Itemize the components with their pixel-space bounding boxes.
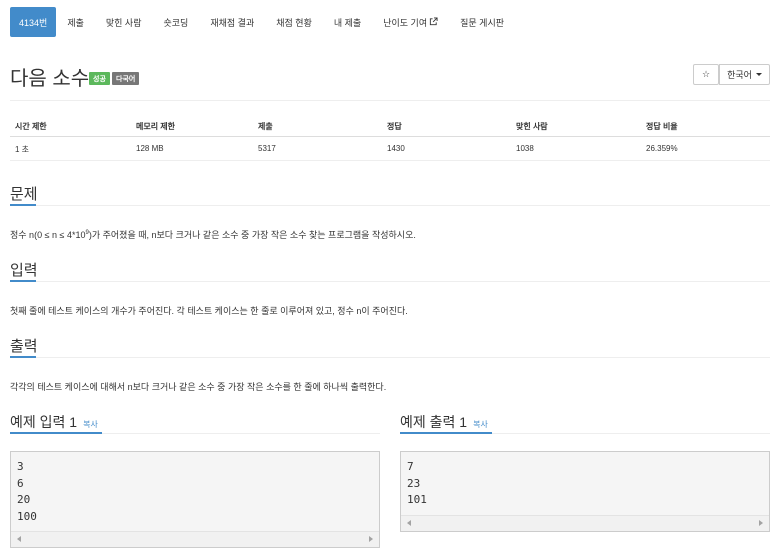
tab-judge-status[interactable]: 채점 현황 (265, 7, 323, 37)
stat-value-ratio: 26.359% (646, 144, 678, 153)
scroll-left-icon[interactable] (407, 520, 411, 526)
tab-problem[interactable]: 4134번 (10, 7, 57, 37)
multilingual-badge: 다국어 (112, 72, 140, 85)
copy-sample-input-button[interactable]: 복사 (83, 420, 98, 429)
caret-down-icon (755, 73, 762, 76)
sample-output-box[interactable]: 7 23 101 (400, 451, 770, 532)
title-divider (10, 100, 770, 101)
input-description: 첫째 줄에 테스트 케이스의 개수가 주어진다. 각 테스트 케이스는 한 줄로… (10, 306, 408, 316)
input-heading-underline (10, 280, 36, 282)
stat-header-time: 시간 제한 (15, 122, 47, 131)
tab-question-board[interactable]: 질문 게시판 (449, 7, 515, 37)
sample-input-title: 예제 입력 1 (10, 414, 78, 430)
tab-rejudge-results[interactable]: 재채점 결과 (199, 7, 265, 37)
problem-description: 정수 n(0 ≤ n ≤ 4*109)가 주어졌을 때, n보다 크거나 같은 … (10, 228, 416, 241)
tab-difficulty-contribution[interactable]: 난이도 기여 (372, 7, 449, 37)
sample-output-line: 101 (407, 493, 427, 506)
favorite-star-button[interactable]: ☆ (693, 64, 719, 85)
stat-value-solvers: 1038 (516, 144, 534, 153)
problem-menu-tabs: 4134번 제출 맞힌 사람 숏코딩 재채점 결과 채점 현황 내 제출 난이도… (10, 7, 515, 37)
sample-output-line: 7 (407, 460, 414, 473)
stat-value-accepted: 1430 (387, 144, 405, 153)
star-icon: ☆ (701, 69, 711, 79)
scroll-right-icon[interactable] (759, 520, 763, 526)
input-heading: 입력 (10, 262, 38, 279)
scroll-right-icon[interactable] (369, 536, 373, 542)
stat-header-memory: 메모리 제한 (136, 122, 176, 131)
output-heading-underline (10, 356, 36, 358)
language-dropdown[interactable]: 한국어 (719, 64, 770, 85)
sample-output-line: 23 (407, 476, 421, 490)
stat-value-submissions: 5317 (258, 144, 276, 153)
input-heading-line (10, 281, 770, 282)
stat-header-accepted: 정답 (387, 122, 402, 131)
sample-input-heading: 예제 입력 1 복사 (10, 412, 98, 432)
sample-input-line: 100 (17, 509, 37, 523)
stat-header-ratio: 정답 비율 (646, 122, 678, 131)
stat-header-submissions: 제출 (258, 122, 273, 131)
scroll-left-icon[interactable] (17, 536, 21, 542)
success-badge: 성공 (89, 72, 110, 85)
output-description: 각각의 테스트 케이스에 대해서 n보다 크거나 같은 소수 중 가장 작은 소… (10, 382, 387, 392)
tab-submit[interactable]: 제출 (56, 7, 95, 37)
stat-header-solvers: 맞힌 사람 (516, 122, 548, 131)
sample-input-line: 20 (17, 493, 31, 506)
copy-sample-output-button[interactable]: 복사 (473, 420, 488, 429)
problem-heading: 문제 (10, 186, 38, 203)
output-heading-line (10, 357, 770, 358)
sample-output-heading: 예제 출력 1 복사 (400, 412, 488, 432)
stat-value-memory: 128 MB (136, 144, 164, 153)
tab-solvers[interactable]: 맞힌 사람 (95, 7, 153, 37)
problem-text-before: 정수 n(0 ≤ n ≤ 4*10 (10, 230, 86, 240)
problem-title: 다음 소수 (10, 68, 90, 90)
problem-text-after: )가 주어졌을 때, n보다 크거나 같은 소수 중 가장 작은 소수 찾는 프… (88, 230, 416, 240)
output-heading: 출력 (10, 338, 38, 355)
sample-output-underline (400, 432, 492, 434)
stats-bottom-divider (10, 160, 770, 161)
sample-input-underline (10, 432, 102, 434)
stat-value-time: 1 초 (15, 145, 30, 154)
sample-input-box[interactable]: 3 6 20 100 (10, 451, 380, 548)
sample-output-title: 예제 출력 1 (400, 414, 468, 430)
external-link-icon (429, 16, 438, 28)
language-label: 한국어 (727, 70, 752, 80)
tab-short-coding[interactable]: 숏코딩 (153, 7, 200, 37)
problem-heading-underline (10, 204, 36, 206)
sample-input-line: 6 (17, 476, 24, 490)
sample-input-scrollbar[interactable] (11, 531, 379, 547)
tab-my-submissions[interactable]: 내 제출 (323, 7, 372, 37)
sample-input-line: 3 (17, 460, 24, 473)
stats-header-divider (10, 136, 770, 137)
tab-difficulty-label: 난이도 기여 (383, 17, 428, 28)
problem-heading-line (10, 205, 770, 206)
sample-output-scrollbar[interactable] (401, 515, 769, 531)
